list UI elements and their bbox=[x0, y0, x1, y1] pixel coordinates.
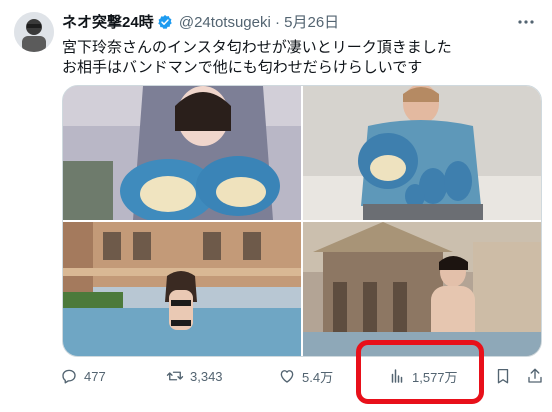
photo-man-with-plush[interactable] bbox=[303, 86, 541, 220]
tweet-text: 宮下玲奈さんのインスタ匂わせが凄いとリーク頂きました お相手はバンドマンで他にも… bbox=[62, 38, 522, 78]
bookmark-icon bbox=[497, 368, 509, 384]
more-options-icon[interactable] bbox=[516, 12, 536, 37]
highlight-box bbox=[356, 340, 484, 404]
avatar[interactable] bbox=[14, 12, 54, 52]
reply-count: 477 bbox=[84, 368, 106, 384]
separator-dot: · bbox=[274, 14, 280, 31]
tweet-date[interactable]: 5月26日 bbox=[284, 14, 339, 31]
retweet-icon bbox=[166, 371, 184, 381]
tweet-header: ネオ突撃24時 @24totsugeki · 5月26日 bbox=[62, 14, 339, 35]
heart-icon bbox=[280, 370, 294, 383]
share-button[interactable] bbox=[526, 364, 550, 388]
tweet-text-line-2: お相手はバンドマンで他にも匂わせだらけらしいです bbox=[62, 59, 423, 76]
photo-man-at-pool[interactable] bbox=[303, 222, 541, 356]
bookmark-button[interactable] bbox=[494, 364, 518, 388]
tweet-text-line-1: 宮下玲奈さんのインスタ匂わせが凄いとリーク頂きました bbox=[62, 39, 452, 56]
photo-woman-at-pool[interactable] bbox=[63, 222, 301, 356]
share-icon bbox=[528, 368, 542, 383]
like-count: 5.4万 bbox=[302, 369, 334, 385]
verified-badge-icon bbox=[157, 14, 173, 35]
media-grid bbox=[62, 85, 542, 357]
reply-button[interactable]: 477 bbox=[60, 364, 106, 388]
retweet-count: 3,343 bbox=[190, 368, 223, 384]
reply-icon bbox=[62, 369, 76, 384]
like-button[interactable]: 5.4万 bbox=[278, 364, 333, 388]
author-name[interactable]: ネオ突撃24時 bbox=[62, 14, 154, 31]
author-handle[interactable]: @24totsugeki bbox=[179, 14, 271, 31]
photo-woman-in-hoodie[interactable] bbox=[63, 86, 301, 220]
retweet-button[interactable]: 3,343 bbox=[166, 364, 223, 388]
